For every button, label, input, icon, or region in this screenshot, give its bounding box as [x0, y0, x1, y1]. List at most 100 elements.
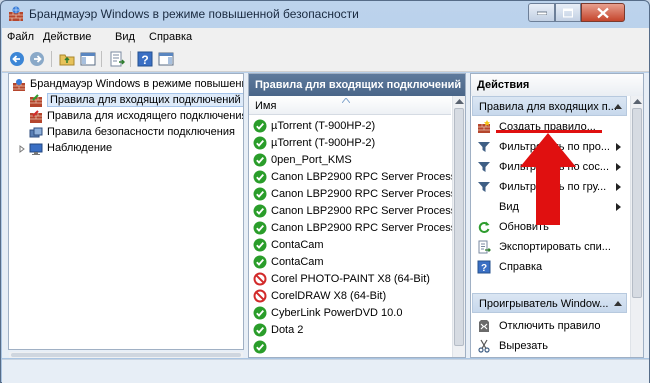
- rule-name: µTorrent (T-900HP-2): [271, 137, 376, 149]
- submenu-arrow-icon: [616, 163, 621, 171]
- column-header-name[interactable]: Имя: [249, 96, 451, 115]
- rule-name: Canon LBP2900 RPC Server Process: [271, 205, 457, 217]
- cut-icon: [478, 339, 490, 353]
- rule-row[interactable]: CorelDRAW X8 (64-Bit): [251, 288, 451, 305]
- blocked-rule-icon: [253, 272, 267, 286]
- allowed-rule-icon: [253, 153, 267, 167]
- rule-name: ContaCam: [271, 256, 324, 268]
- rule-name: Corel PHOTO-PAINT X8 (64-Bit): [271, 273, 430, 285]
- action-item[interactable]: Экспортировать спи...: [475, 238, 627, 256]
- rule-row[interactable]: Canon LBP2900 RPC Server Process: [251, 220, 456, 237]
- submenu-arrow-icon: [616, 143, 621, 151]
- allowed-rule-icon: [253, 204, 267, 218]
- rule-name: CyberLink PowerDVD 10.0: [271, 307, 403, 319]
- tree-item-inbound[interactable]: Правила для входящих подключений: [9, 93, 243, 109]
- rule-row[interactable]: µTorrent (T-900HP-2): [251, 118, 451, 135]
- actions-section-rule[interactable]: Проигрыватель Window...: [472, 293, 627, 313]
- rule-name: Dota 2: [271, 324, 304, 336]
- expand-arrow-icon[interactable]: [18, 142, 26, 156]
- show-hide-action-pane-icon[interactable]: [157, 50, 175, 68]
- tree-item-label: Наблюдение: [47, 142, 113, 154]
- minimize-button[interactable]: [528, 3, 555, 22]
- collapse-icon[interactable]: [614, 301, 622, 306]
- rule-row[interactable]: µTorrent (T-900HP-2): [251, 135, 451, 152]
- tree-horizontal-scrollbar[interactable]: [9, 352, 243, 358]
- tree-item-connection-security[interactable]: Правила безопасности подключения: [9, 125, 243, 141]
- tree-item-label: Правила для исходящего подключения: [47, 110, 244, 122]
- collapse-icon[interactable]: [614, 104, 622, 109]
- firewall-app-icon: [9, 6, 23, 21]
- action-item[interactable]: ? Справка: [475, 258, 627, 276]
- allowed-rule-icon: [253, 340, 267, 354]
- actions-header: Действия: [471, 74, 643, 96]
- rule-name: ContaCam: [271, 239, 324, 251]
- rule-name: µTorrent (T-900HP-2): [271, 120, 376, 132]
- export-list-icon[interactable]: [108, 50, 126, 68]
- rule-row[interactable]: Canon LBP2900 RPC Server Process: [251, 186, 456, 203]
- blocked-rule-icon: [253, 289, 267, 303]
- rule-row[interactable]: CyberLink PowerDVD 10.0: [251, 305, 451, 322]
- maximize-button[interactable]: [555, 3, 581, 22]
- rule-row[interactable]: Canon LBP2900 RPC Server Process: [251, 203, 456, 220]
- rule-name: Canon LBP2900 RPC Server Process: [271, 222, 457, 234]
- connection-security-icon: [29, 127, 43, 138]
- allowed-rule-icon: [253, 306, 267, 320]
- up-folder-icon[interactable]: [58, 50, 76, 68]
- minimize-icon: [536, 11, 547, 15]
- close-icon: [597, 7, 609, 18]
- tree-root[interactable]: Брандмауэр Windows в режиме повышенн: [9, 77, 244, 93]
- back-icon[interactable]: [8, 50, 26, 68]
- window-title: Брандмауэр Windows в режиме повышенной б…: [29, 7, 359, 21]
- scroll-thumb[interactable]: [632, 108, 642, 298]
- maximize-icon: [563, 8, 573, 17]
- monitoring-icon: [29, 143, 43, 155]
- rule-row[interactable]: Canon LBP2900 RPC Server Process: [251, 169, 456, 186]
- tree-item-monitoring[interactable]: Наблюдение: [9, 141, 243, 157]
- toolbar: ?: [2, 47, 649, 72]
- section-label: Правила для входящих п...: [479, 101, 617, 113]
- rule-name: CorelDRAW X8 (64-Bit): [271, 290, 387, 302]
- allowed-rule-icon: [253, 119, 267, 133]
- menu-file[interactable]: Файл: [7, 31, 34, 43]
- outbound-rules-icon: [30, 110, 42, 123]
- action-label: Справка: [499, 261, 543, 273]
- scroll-up-icon[interactable]: [633, 99, 642, 105]
- new-rule-icon: [478, 120, 490, 133]
- action-label: Вырезать: [499, 340, 548, 352]
- allowed-rule-icon: [253, 136, 267, 150]
- help-icon[interactable]: ?: [136, 50, 154, 68]
- rules-vertical-scrollbar[interactable]: [452, 96, 465, 357]
- actions-section-inbound[interactable]: Правила для входящих п...: [472, 96, 627, 116]
- refresh-icon: [478, 221, 490, 233]
- rule-row[interactable]: 0pen_Port_KMS: [251, 152, 451, 169]
- menu-help[interactable]: Справка: [149, 31, 192, 43]
- scroll-thumb[interactable]: [454, 108, 464, 346]
- rule-row[interactable]: ContaCam: [251, 237, 451, 254]
- actions-vertical-scrollbar[interactable]: [630, 96, 643, 357]
- action-item[interactable]: Отключить правило: [475, 317, 627, 335]
- menu-view[interactable]: Вид: [115, 31, 135, 43]
- section-label: Проигрыватель Window...: [479, 298, 609, 310]
- rule-row[interactable]: ContaCam: [251, 254, 451, 271]
- rule-row[interactable]: Dota 2: [251, 322, 451, 339]
- column-header-label: Имя: [255, 100, 277, 112]
- rules-list-pane: Правила для входящих подключений Имя µTo…: [248, 73, 466, 358]
- rule-row[interactable]: [251, 339, 451, 356]
- show-hide-tree-icon[interactable]: [79, 50, 97, 68]
- rule-name: Canon LBP2900 RPC Server Process: [271, 171, 457, 183]
- annotation-arrow-icon: [520, 133, 576, 225]
- inbound-rules-icon: [30, 94, 42, 107]
- submenu-arrow-icon: [616, 183, 621, 191]
- rule-name: Canon LBP2900 RPC Server Process: [271, 188, 457, 200]
- scroll-up-icon[interactable]: [455, 99, 464, 105]
- forward-icon[interactable]: [28, 50, 46, 68]
- close-button[interactable]: [581, 3, 625, 22]
- tree-root-label: Брандмауэр Windows в режиме повышенн: [30, 78, 244, 90]
- rule-row[interactable]: Corel PHOTO-PAINT X8 (64-Bit): [251, 271, 451, 288]
- tree-item-outbound[interactable]: Правила для исходящего подключения: [9, 109, 244, 125]
- menu-action[interactable]: Действие: [43, 31, 91, 43]
- toolbar-separator: [130, 51, 131, 67]
- sort-ascending-icon: [342, 98, 350, 103]
- allowed-rule-icon: [253, 238, 267, 252]
- action-item[interactable]: Вырезать: [475, 337, 627, 355]
